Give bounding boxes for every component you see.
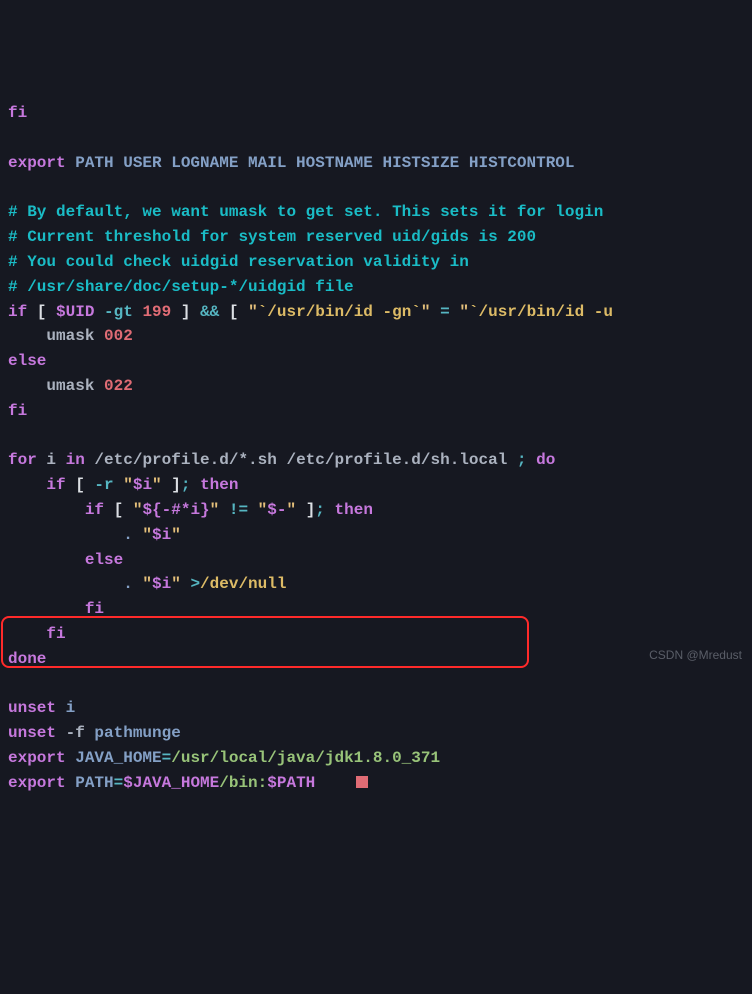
indent (8, 575, 123, 593)
quote: " (133, 501, 143, 519)
comment: # /usr/share/doc/setup-*/uidgid file (8, 278, 354, 296)
bracket: [ (27, 303, 56, 321)
semi: ; (315, 501, 325, 519)
bracket: [ (66, 476, 95, 494)
kw-do: do (527, 451, 556, 469)
quote: " (286, 501, 296, 519)
java-home-path: /usr/local/java/jdk1.8.0_371 (171, 749, 440, 767)
comment: # You could check uidgid reservation val… (8, 253, 469, 271)
eq: = (114, 774, 124, 792)
op-eq: = (431, 303, 460, 321)
quote: " (258, 501, 268, 519)
quote: " (152, 476, 162, 494)
java-home-ref: $JAVA_HOME (123, 774, 219, 792)
var-i: i (56, 699, 75, 717)
kw-if: if (46, 476, 65, 494)
bracket: [ (219, 303, 248, 321)
eq: = (162, 749, 172, 767)
path-ref: $PATH (267, 774, 315, 792)
quote: " (421, 303, 431, 321)
text-umask: umask (8, 327, 104, 345)
flag-f: -f (56, 724, 94, 742)
export-vars: PATH USER LOGNAME MAIL HOSTNAME HISTSIZE… (66, 154, 575, 172)
cmd-sub: `/usr/bin/id -u (469, 303, 613, 321)
op-r: -r (94, 476, 123, 494)
text-umask: umask (8, 377, 104, 395)
op-redir: > (181, 575, 200, 593)
quote: " (142, 526, 152, 544)
kw-export: export (8, 774, 66, 792)
bracket: ] (296, 501, 315, 519)
quote: " (171, 575, 181, 593)
kw-if: if (85, 501, 104, 519)
op-gt: -gt (94, 303, 142, 321)
var-uid: $UID (56, 303, 94, 321)
quote: " (248, 303, 258, 321)
kw-if: if (8, 303, 27, 321)
cursor-mark (356, 776, 368, 788)
num-022: 022 (104, 377, 133, 395)
kw-then: then (190, 476, 238, 494)
bracket: ] (171, 303, 200, 321)
java-home-var: JAVA_HOME (66, 749, 162, 767)
kw-else: else (8, 551, 123, 569)
dot: . (123, 575, 142, 593)
kw-unset: unset (8, 724, 56, 742)
path-bin: /bin: (219, 774, 267, 792)
kw-fi: fi (8, 625, 66, 643)
var-exp: ${-#*i} (142, 501, 209, 519)
indent (8, 526, 123, 544)
comment: # Current threshold for system reserved … (8, 228, 536, 246)
kw-else: else (8, 352, 46, 370)
var-i: i (37, 451, 66, 469)
kw-then: then (325, 501, 373, 519)
path-var: PATH (66, 774, 114, 792)
str-dash: $- (267, 501, 286, 519)
quote: " (171, 526, 181, 544)
op-and: && (200, 303, 219, 321)
kw-for: for (8, 451, 37, 469)
kw-fi: fi (8, 402, 27, 420)
dev-null: /dev/null (200, 575, 286, 593)
var-i: $i (152, 575, 171, 593)
pathmunge: pathmunge (94, 724, 180, 742)
semi: ; (517, 451, 527, 469)
kw-export: export (8, 749, 66, 767)
quote: " (123, 476, 133, 494)
indent (8, 501, 85, 519)
bracket: ] (162, 476, 181, 494)
watermark: CSDN @Mredust (649, 646, 742, 665)
kw-export: export (8, 154, 66, 172)
quote: " (142, 575, 152, 593)
var-i: $i (133, 476, 152, 494)
op-ne: != (219, 501, 257, 519)
dot: . (123, 526, 142, 544)
comment: # By default, we want umask to get set. … (8, 203, 603, 221)
cmd-sub: `/usr/bin/id -gn` (258, 303, 421, 321)
indent (8, 476, 46, 494)
quote: " (459, 303, 469, 321)
kw-fi: fi (8, 600, 104, 618)
code-editor[interactable]: fi export PATH USER LOGNAME MAIL HOSTNAM… (8, 101, 744, 795)
kw-done: done (8, 650, 46, 668)
kw-unset: unset (8, 699, 56, 717)
bracket: [ (104, 501, 133, 519)
var-i: $i (152, 526, 171, 544)
num-002: 002 (104, 327, 133, 345)
kw-in: in (66, 451, 85, 469)
paths: /etc/profile.d/*.sh /etc/profile.d/sh.lo… (85, 451, 517, 469)
kw-fi: fi (8, 104, 27, 122)
quote: " (210, 501, 220, 519)
num-199: 199 (142, 303, 171, 321)
